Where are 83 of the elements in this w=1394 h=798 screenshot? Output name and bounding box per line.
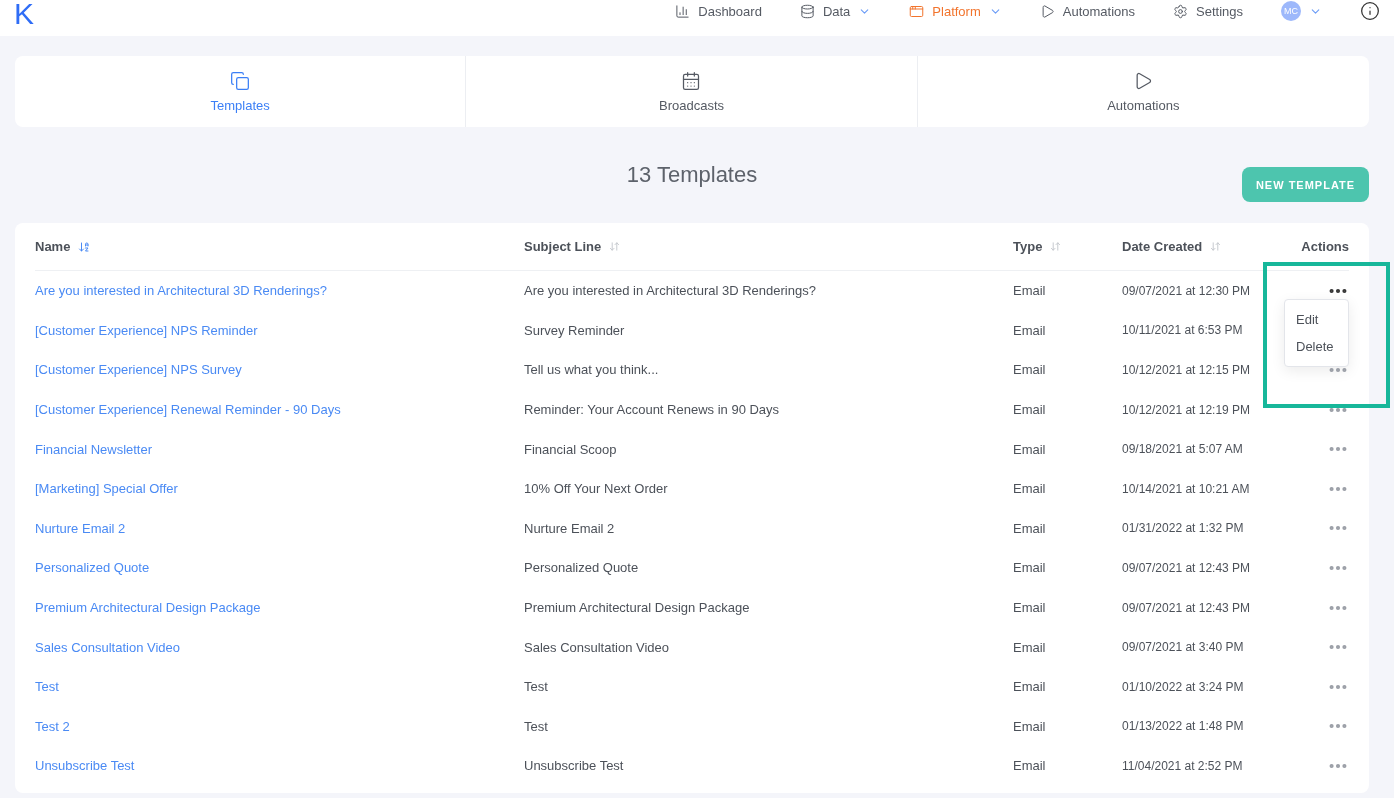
table-cell-text: Premium Architectural Design Package: [524, 600, 751, 616]
template-name-link[interactable]: Test: [35, 679, 524, 695]
sort-icon[interactable]: [1210, 241, 1222, 252]
table-cell-text: Test: [524, 679, 549, 695]
table-cell-text: Personalized Quote: [524, 560, 640, 576]
table-cell-text: 01/13/2022 at 1:48 PM: [1122, 719, 1245, 734]
sort-icon[interactable]: [78, 240, 91, 253]
bar-chart-icon: [675, 3, 691, 19]
copy-icon: [230, 70, 251, 91]
user-avatar[interactable]: MC: [1281, 1, 1301, 21]
table-cell-text: 10/14/2021 at 10:21 AM: [1122, 481, 1251, 496]
table-cell-text: 09/07/2021 at 12:43 PM: [1122, 600, 1252, 615]
template-name-link[interactable]: Unsubscribe Test: [35, 758, 524, 774]
table-cell-text: 09/07/2021 at 12:30 PM: [1122, 283, 1252, 298]
template-name-link[interactable]: Premium Architectural Design Package: [35, 600, 524, 616]
template-name-link[interactable]: [Customer Experience] NPS Survey: [35, 362, 524, 378]
table-cell-text: 10% Off Your Next Order: [524, 481, 669, 497]
table-cell-text: Email: [1013, 520, 1047, 536]
template-name-link[interactable]: Financial Newsletter: [35, 441, 524, 457]
menu-item[interactable]: Delete: [1285, 333, 1348, 360]
table-cell-text: Email: [1013, 679, 1047, 695]
table-cell-text: Email: [1013, 600, 1047, 616]
nav-item[interactable]: Dashboard: [675, 3, 762, 19]
tab[interactable]: Templates: [15, 56, 467, 127]
table-cell-text: 10/12/2021 at 12:15 PM: [1122, 363, 1252, 377]
play-icon: [1039, 3, 1055, 19]
template-name-link[interactable]: Nurture Email 2: [35, 520, 524, 536]
table-cell-text: Email: [1013, 322, 1047, 338]
table-cell-text: Nurture Email 2: [524, 520, 616, 536]
table-cell-text: Survey Reminder: [524, 322, 626, 338]
template-name-link[interactable]: [Marketing] Special Offer: [35, 481, 524, 497]
nav-item[interactable]: Settings: [1173, 3, 1243, 19]
table-cell-text: Email: [1013, 402, 1047, 418]
template-name-link[interactable]: [Customer Experience] NPS Reminder: [35, 322, 524, 338]
table-cell-text: Email: [1013, 718, 1047, 734]
table-cell-text: Email: [1013, 441, 1047, 457]
template-name-link[interactable]: Are you interested in Architectural 3D Renderings?: [35, 283, 524, 299]
template-name-link[interactable]: Sales Consultation Video: [35, 639, 524, 655]
table-cell-text: 01/31/2022 at 1:32 PM: [1122, 521, 1245, 536]
table-cell-text: Tell us what you think...: [524, 362, 660, 378]
tab[interactable]: Broadcasts: [466, 56, 918, 127]
logo[interactable]: K: [14, 0, 34, 29]
column-header[interactable]: Subject Line: [524, 239, 602, 254]
table-cell-text: Financial Scoop: [524, 441, 618, 457]
template-name-link[interactable]: [Customer Experience] Renewal Reminder - 90 Days: [35, 402, 524, 418]
nav-item[interactable]: Platform: [909, 3, 1002, 19]
sort-icon[interactable]: [1050, 241, 1062, 252]
nav-item[interactable]: Automations: [1039, 3, 1135, 19]
table-cell-text: Reminder: Your Account Renews in 90 Days: [524, 402, 781, 418]
nav-item[interactable]: Data: [799, 3, 872, 19]
table-cell-text: 11/04/2021 at 2:52 PM: [1122, 758, 1244, 773]
database-icon: [799, 3, 815, 19]
info-icon[interactable]: [1360, 1, 1380, 21]
new-template-button[interactable]: NEW TEMPLATE: [1242, 167, 1369, 202]
table-cell-text: 09/07/2021 at 12:43 PM: [1122, 560, 1252, 575]
column-header: Actions: [1301, 239, 1349, 254]
table-cell-text: Email: [1013, 362, 1047, 378]
tab[interactable]: Automations: [917, 56, 1369, 127]
settings-icon: [1173, 3, 1188, 19]
table-cell-text: 09/07/2021 at 3:40 PM: [1122, 640, 1245, 655]
template-name-link[interactable]: Test 2: [35, 718, 524, 734]
table-cell-text: Email: [1013, 639, 1047, 655]
column-header[interactable]: Type: [1013, 239, 1043, 254]
table-cell-text: Test: [524, 718, 549, 734]
sort-icon[interactable]: [609, 241, 621, 252]
table-cell-text: 10/11/2021 at 6:53 PM: [1122, 323, 1244, 338]
table-cell-text: 09/18/2021 at 5:07 AM: [1122, 442, 1244, 457]
table-cell-text: Email: [1013, 758, 1047, 774]
template-name-link[interactable]: Personalized Quote: [35, 560, 524, 576]
table-cell-text: Are you interested in Architectural 3D Renderings?: [524, 283, 817, 299]
table-cell-text: 01/10/2022 at 3:24 PM: [1122, 679, 1245, 694]
window-icon: [909, 3, 925, 19]
calendar-icon: [681, 70, 702, 91]
table-cell-text: Unsubscribe Test: [524, 758, 625, 774]
table-cell-text: Email: [1013, 481, 1047, 497]
column-header[interactable]: Date Created: [1122, 239, 1203, 254]
page-title: 13 Templates: [626, 162, 758, 188]
table-cell-text: 10/12/2021 at 12:19 PM: [1122, 402, 1252, 417]
table-cell-text: Email: [1013, 560, 1047, 576]
menu-item[interactable]: Edit: [1285, 306, 1348, 333]
table-cell-text: Email: [1013, 283, 1047, 299]
table-cell-text: Sales Consultation Video: [524, 639, 671, 655]
column-header[interactable]: Name: [35, 239, 71, 254]
